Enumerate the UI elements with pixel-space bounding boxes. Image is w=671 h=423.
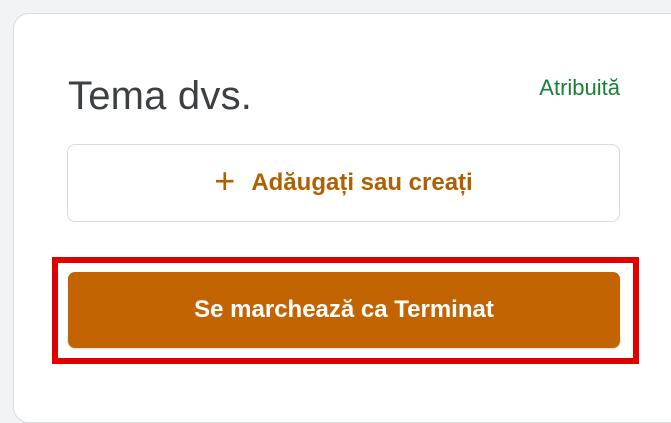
add-or-create-label: Adăugați sau creați — [251, 169, 473, 196]
add-or-create-button[interactable]: + Adăugați sau creați — [67, 144, 620, 222]
plus-icon: + — [214, 160, 236, 201]
card-title: Tema dvs. — [68, 74, 253, 118]
mark-as-done-label: Se marchează ca Terminat — [194, 296, 494, 323]
status-label: Atribuită — [539, 75, 620, 100]
mark-as-done-button[interactable]: Se marchează ca Terminat — [68, 272, 620, 348]
